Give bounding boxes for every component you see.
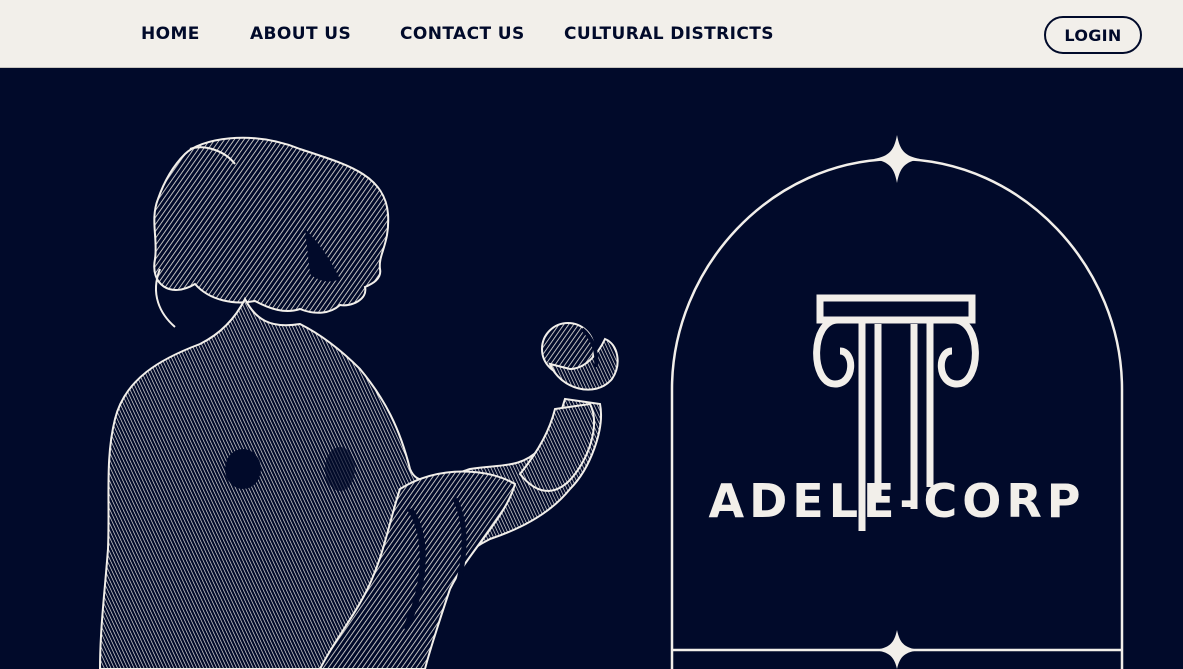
nav-link-home[interactable]: HOME	[141, 24, 200, 44]
nav-link-cultural-districts[interactable]: CULTURAL DISTRICTS	[564, 24, 774, 44]
login-button[interactable]: LOGIN	[1044, 16, 1142, 54]
sparkle-icon	[874, 630, 920, 669]
nav-link-about-us[interactable]: ABOUT US	[250, 24, 351, 44]
statue-illustration	[98, 136, 619, 669]
arch-frame	[670, 135, 1124, 669]
hero-section: ADELE-CORP	[0, 69, 1183, 669]
nav-link-contact-us[interactable]: CONTACT US	[400, 24, 525, 44]
sparkle-icon	[874, 135, 920, 183]
brand-name: ADELE-CORP	[708, 474, 1086, 528]
top-navigation-bar: HOME ABOUT US CONTACT US CULTURAL DISTRI…	[0, 0, 1183, 68]
